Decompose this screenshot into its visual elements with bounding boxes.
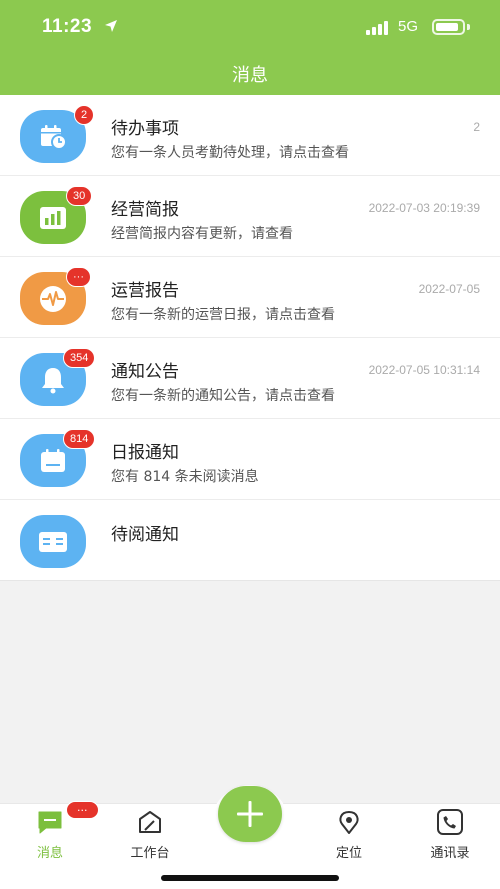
tab-location[interactable]: 定位 — [304, 809, 394, 861]
message-title: 日报通知 — [111, 443, 179, 463]
tab-label: 消息 — [36, 846, 63, 861]
message-time: 2 — [473, 120, 480, 134]
tab-label: 工作台 — [130, 846, 170, 861]
tab-workbench[interactable]: 工作台 — [105, 809, 195, 861]
battery-tip — [467, 24, 470, 30]
message-time: 2022-07-03 20:19:39 — [368, 201, 480, 215]
unread-badge: 354 — [63, 348, 96, 368]
message-icon — [38, 811, 62, 834]
add-button[interactable] — [218, 786, 282, 842]
unread-badge: 814 — [63, 429, 96, 449]
message-list: 2 待办事项 您有一条人员考勤待处理，请点击查看 2 30 经营简报 经营简报内… — [0, 95, 500, 581]
list-item-daily-report[interactable]: 814 日报通知 您有 814 条未阅读消息 — [0, 419, 500, 500]
list-item-operations-report[interactable]: ··· 运营报告 您有一条新的运营日报，请点击查看 2022-07-05 — [0, 257, 500, 338]
location-icon — [339, 811, 359, 834]
status-time: 11:23 — [42, 16, 93, 37]
message-time: 2022-07-05 10:31:14 — [368, 363, 480, 377]
cell-signal-icon — [366, 21, 388, 35]
tab-label: 通讯录 — [430, 846, 470, 861]
message-subtitle: 您有一条人员考勤待处理，请点击查看 — [111, 145, 349, 161]
message-title: 运营报告 — [111, 281, 179, 301]
tab-contacts[interactable]: 通讯录 — [405, 809, 495, 861]
message-title: 经营简报 — [111, 200, 179, 220]
app-header: 11:23 5G 消息 — [0, 0, 500, 95]
messages-tab-badge: ··· — [66, 801, 99, 819]
message-subtitle: 您有一条新的运营日报，请点击查看 — [111, 307, 335, 323]
list-item-announcement[interactable]: 354 通知公告 您有一条新的通知公告，请点击查看 2022-07-05 10:… — [0, 338, 500, 419]
list-item-pending-read[interactable]: 待阅通知 — [0, 500, 500, 581]
location-arrow-icon — [105, 20, 117, 32]
list-item-business-brief[interactable]: 30 经营简报 经营简报内容有更新，请查看 2022-07-03 20:19:3… — [0, 176, 500, 257]
battery-icon — [432, 19, 465, 35]
unread-badge: 2 — [74, 105, 95, 125]
message-title: 通知公告 — [111, 362, 179, 382]
network-type: 5G — [398, 18, 419, 35]
unread-badge: 30 — [66, 186, 93, 206]
phone-icon — [437, 809, 463, 835]
unread-badge: ··· — [66, 267, 91, 287]
list-item-todo[interactable]: 2 待办事项 您有一条人员考勤待处理，请点击查看 2 — [0, 95, 500, 176]
home-indicator — [161, 875, 339, 881]
workbench-icon — [139, 811, 161, 833]
plus-icon — [237, 801, 263, 827]
message-subtitle: 您有 814 条未阅读消息 — [111, 469, 259, 485]
tab-label: 定位 — [335, 846, 362, 861]
message-subtitle: 经营简报内容有更新，请查看 — [111, 226, 293, 242]
message-subtitle: 您有一条新的通知公告，请点击查看 — [111, 388, 335, 404]
message-time: 2022-07-05 — [418, 282, 480, 296]
page-title: 消息 — [232, 65, 268, 86]
message-title: 待办事项 — [111, 119, 179, 139]
message-title: 待阅通知 — [111, 525, 179, 545]
book-icon — [20, 515, 86, 568]
